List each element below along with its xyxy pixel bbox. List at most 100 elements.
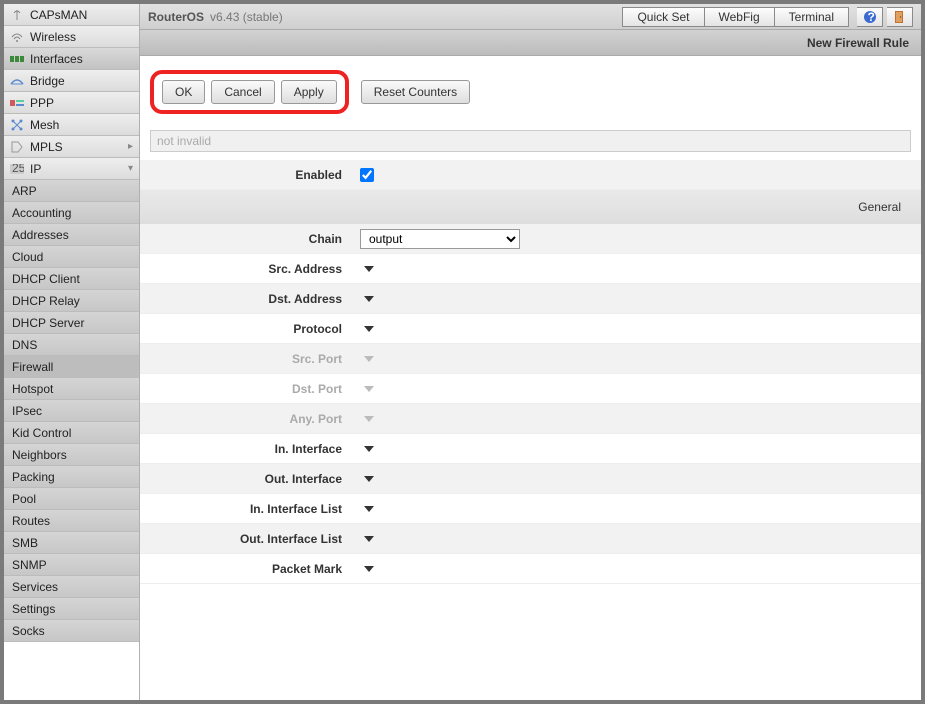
sidebar-subitem-kid-control[interactable]: Kid Control (4, 422, 139, 444)
sidebar-item-label: Socks (12, 624, 45, 638)
button-label: Quick Set (637, 10, 689, 24)
terminal-button[interactable]: Terminal (775, 7, 849, 27)
sidebar-item-label: Cloud (12, 250, 43, 264)
cancel-button[interactable]: Cancel (211, 80, 274, 104)
topbar: RouterOS v6.43 (stable) Quick Set WebFig… (140, 4, 921, 30)
expand-icon[interactable] (364, 536, 374, 542)
sidebar-item-label: DHCP Client (12, 272, 80, 286)
sidebar-item-label: Wireless (30, 30, 76, 44)
sidebar-item-label: Mesh (30, 118, 59, 132)
sidebar-subitem-dhcp-client[interactable]: DHCP Client (4, 268, 139, 290)
sidebar-item-label: Hotspot (12, 382, 53, 396)
content: OK Cancel Apply Reset Counters not inval… (140, 56, 921, 700)
expand-icon[interactable] (364, 476, 374, 482)
sidebar-item-label: Services (12, 580, 58, 594)
sidebar-item-label: SMB (12, 536, 38, 550)
sidebar-subitem-services[interactable]: Services (4, 576, 139, 598)
reset-counters-button[interactable]: Reset Counters (361, 80, 470, 104)
sidebar-item-label: ARP (12, 184, 37, 198)
sidebar-item-label: IP (30, 162, 41, 176)
sidebar-item-label: DNS (12, 338, 37, 352)
sidebar-subitem-neighbors[interactable]: Neighbors (4, 444, 139, 466)
svg-text:255: 255 (12, 164, 24, 174)
sidebar-item-label: PPP (30, 96, 54, 110)
expand-icon (364, 386, 374, 392)
sidebar-item-label: IPsec (12, 404, 42, 418)
logout-button[interactable] (887, 7, 913, 27)
chevron-right-icon: ▸ (128, 141, 133, 152)
ip-icon: 255 (10, 162, 24, 176)
sidebar-subitem-packing[interactable]: Packing (4, 466, 139, 488)
button-label: Apply (294, 85, 324, 99)
app-title: RouterOS (148, 10, 204, 24)
sidebar-subitem-snmp[interactable]: SNMP (4, 554, 139, 576)
field-in-interface: In. Interface (140, 434, 921, 464)
quickset-button[interactable]: Quick Set (622, 7, 704, 27)
button-label: Reset Counters (374, 85, 457, 99)
status-bar: not invalid (150, 130, 911, 152)
sidebar: CAPsMAN Wireless Interfaces Bridge PPP M… (4, 4, 140, 700)
webfig-button[interactable]: WebFig (705, 7, 775, 27)
sidebar-subitem-firewall[interactable]: Firewall (4, 356, 139, 378)
sidebar-item-interfaces[interactable]: Interfaces (4, 48, 139, 70)
sidebar-item-bridge[interactable]: Bridge (4, 70, 139, 92)
expand-icon (364, 416, 374, 422)
sidebar-subitem-socks[interactable]: Socks (4, 620, 139, 642)
chevron-down-icon: ▾ (128, 163, 133, 174)
field-label: Src. Address (140, 262, 360, 276)
sidebar-item-label: SNMP (12, 558, 47, 572)
expand-icon[interactable] (364, 506, 374, 512)
sidebar-subitem-pool[interactable]: Pool (4, 488, 139, 510)
sidebar-subitem-cloud[interactable]: Cloud (4, 246, 139, 268)
expand-icon[interactable] (364, 266, 374, 272)
sidebar-subitem-hotspot[interactable]: Hotspot (4, 378, 139, 400)
field-label: Dst. Address (140, 292, 360, 306)
page-title: New Firewall Rule (807, 36, 909, 50)
sidebar-item-wireless[interactable]: Wireless (4, 26, 139, 48)
sidebar-item-capsman[interactable]: CAPsMAN (4, 4, 139, 26)
sidebar-subitem-smb[interactable]: SMB (4, 532, 139, 554)
expand-icon[interactable] (364, 326, 374, 332)
sidebar-item-label: Kid Control (12, 426, 71, 440)
field-label: Dst. Port (140, 382, 360, 396)
sidebar-subitem-arp[interactable]: ARP (4, 180, 139, 202)
field-label: Packet Mark (140, 562, 360, 576)
sidebar-item-label: Addresses (12, 228, 69, 242)
button-label: OK (175, 85, 192, 99)
sidebar-item-label: MPLS (30, 140, 63, 154)
help-button[interactable]: ? (857, 7, 883, 27)
sidebar-item-label: CAPsMAN (30, 8, 87, 22)
chain-select[interactable]: output (360, 229, 520, 249)
sidebar-item-label: DHCP Relay (12, 294, 80, 308)
enabled-checkbox[interactable] (360, 168, 374, 182)
door-icon (893, 10, 907, 24)
mesh-icon (10, 118, 24, 132)
sidebar-subitem-addresses[interactable]: Addresses (4, 224, 139, 246)
sidebar-item-label: Settings (12, 602, 55, 616)
bridge-icon (10, 74, 24, 88)
expand-icon[interactable] (364, 296, 374, 302)
sidebar-subitem-dhcp-relay[interactable]: DHCP Relay (4, 290, 139, 312)
sidebar-subitem-dns[interactable]: DNS (4, 334, 139, 356)
sidebar-item-label: DHCP Server (12, 316, 84, 330)
sidebar-subitem-routes[interactable]: Routes (4, 510, 139, 532)
field-label: Protocol (140, 322, 360, 336)
ok-button[interactable]: OK (162, 80, 205, 104)
expand-icon[interactable] (364, 566, 374, 572)
sidebar-subitem-accounting[interactable]: Accounting (4, 202, 139, 224)
sidebar-item-ip[interactable]: 255 IP ▾ (4, 158, 139, 180)
sidebar-subitem-ipsec[interactable]: IPsec (4, 400, 139, 422)
sidebar-item-ppp[interactable]: PPP (4, 92, 139, 114)
apply-button[interactable]: Apply (281, 80, 337, 104)
field-dst-port: Dst. Port (140, 374, 921, 404)
sidebar-item-label: Firewall (12, 360, 53, 374)
sidebar-item-mpls[interactable]: MPLS ▸ (4, 136, 139, 158)
sidebar-subitem-settings[interactable]: Settings (4, 598, 139, 620)
sidebar-item-label: Pool (12, 492, 36, 506)
sidebar-item-mesh[interactable]: Mesh (4, 114, 139, 136)
sidebar-subitem-dhcp-server[interactable]: DHCP Server (4, 312, 139, 334)
expand-icon[interactable] (364, 446, 374, 452)
field-src-port: Src. Port (140, 344, 921, 374)
ppp-icon (10, 96, 24, 110)
button-label: Cancel (224, 85, 261, 99)
